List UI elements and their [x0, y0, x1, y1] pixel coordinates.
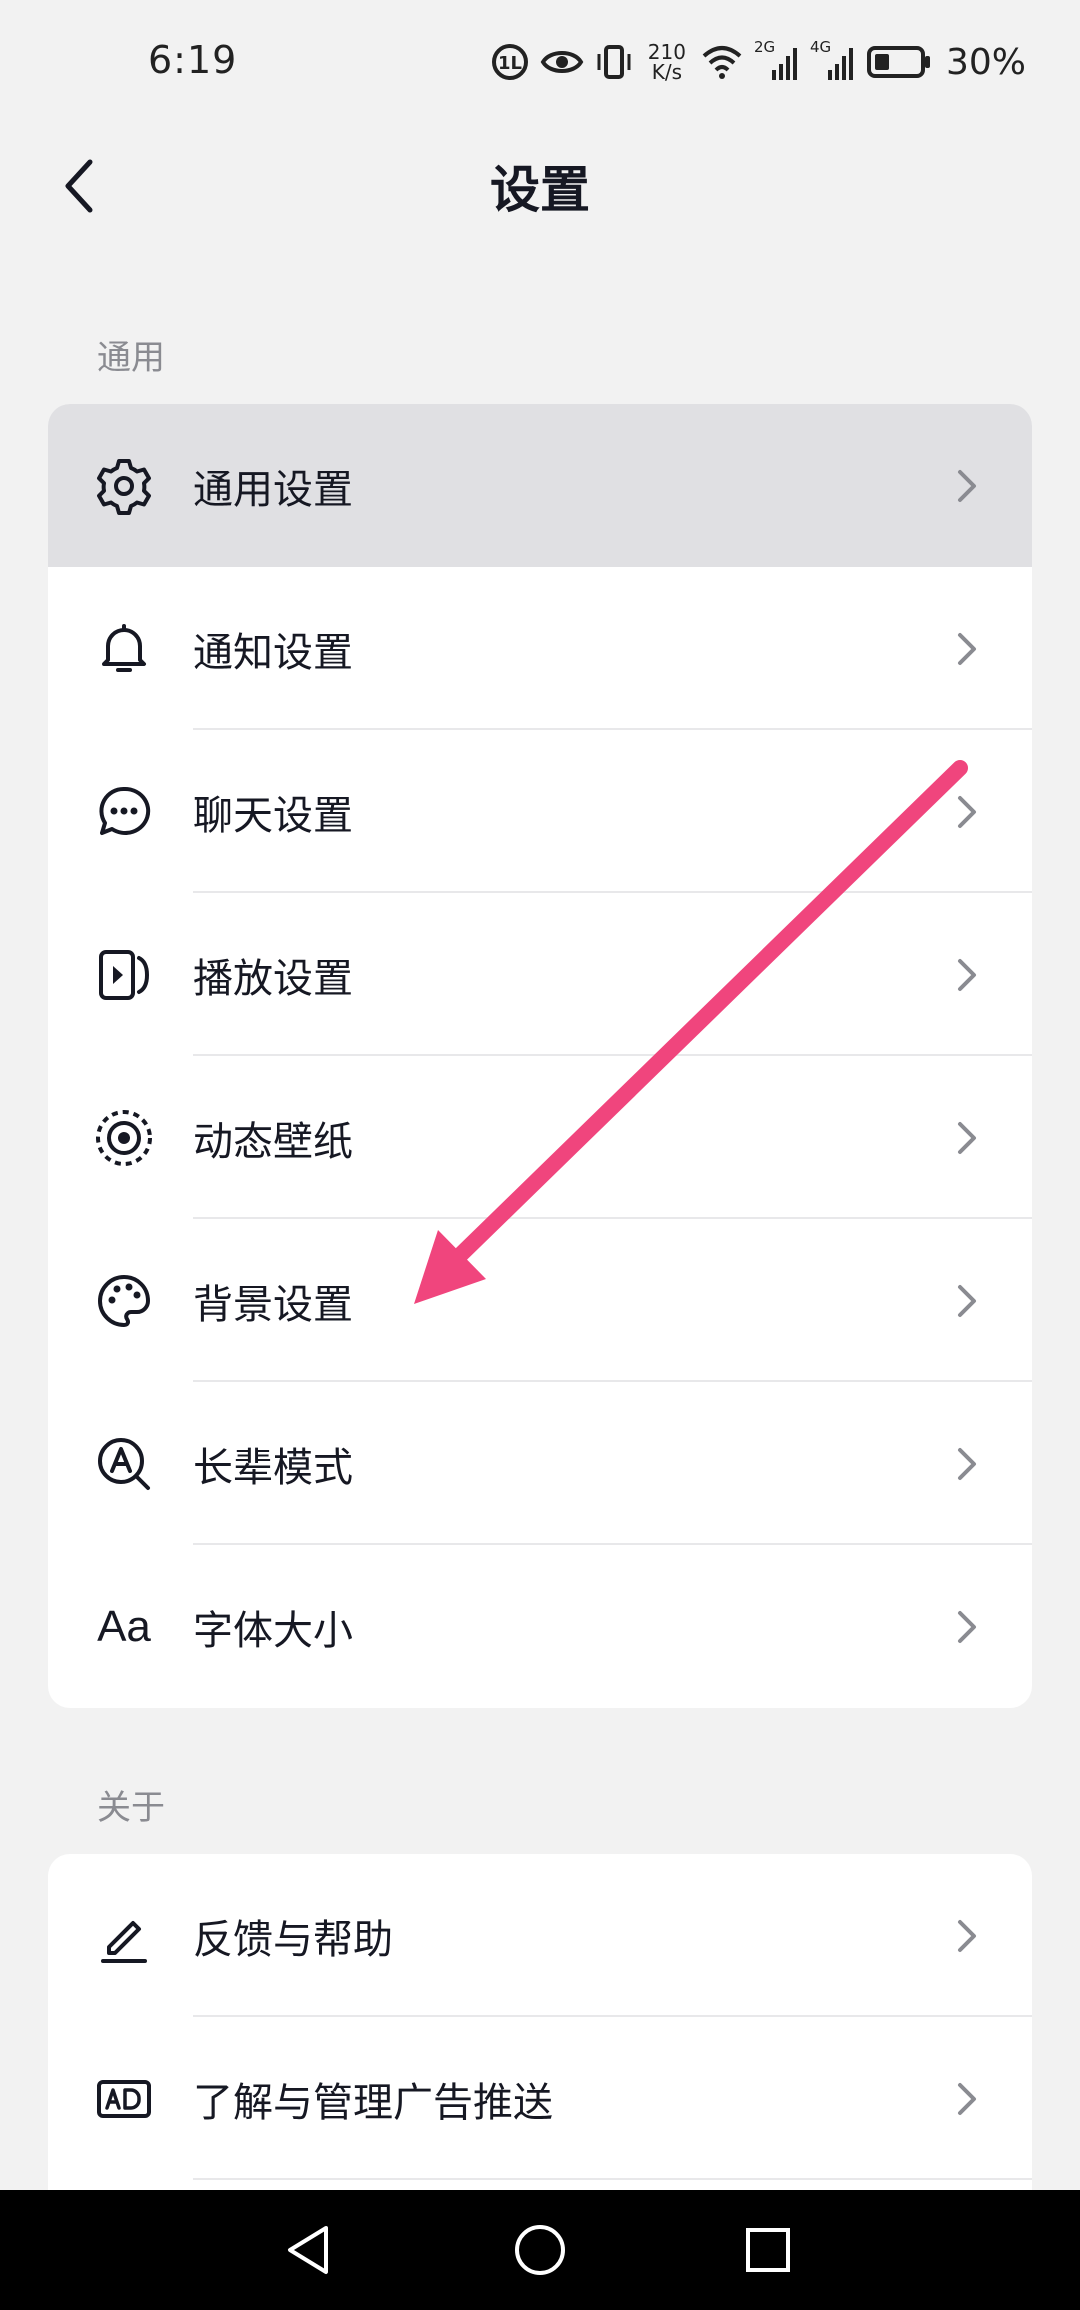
battery-percent: 30%	[945, 41, 1026, 83]
network-speed: 210 K/s	[648, 42, 686, 82]
status-icons: 1L 210 K/s 2G 4G 30%	[490, 36, 1026, 88]
settings-item-font-size[interactable]: Aa 字体大小	[48, 1545, 1032, 1708]
nav-back-button[interactable]	[268, 2210, 348, 2290]
wifi-icon	[702, 46, 742, 79]
settings-item-playback[interactable]: 播放设置	[48, 893, 1032, 1056]
header: 设置	[0, 128, 1080, 238]
settings-item-background[interactable]: 背景设置	[48, 1219, 1032, 1382]
network-speed-unit: K/s	[651, 60, 683, 84]
chevron-right-icon	[952, 1916, 982, 1956]
settings-item-label: 聊天设置	[193, 792, 353, 839]
row-divider	[193, 2178, 1032, 2180]
signal-bars-icon	[771, 48, 797, 80]
navigation-bar	[0, 2190, 1080, 2310]
network-speed-value: 210	[647, 40, 686, 64]
chevron-right-icon	[952, 2079, 982, 2119]
chat-bubble-icon	[94, 782, 154, 842]
chevron-right-icon	[952, 955, 982, 995]
play-icon	[94, 945, 154, 1005]
settings-item-label: 了解与管理广告推送	[193, 2079, 553, 2126]
chevron-right-icon	[952, 1444, 982, 1484]
settings-item-ad-management[interactable]: 了解与管理广告推送	[48, 2017, 1032, 2180]
chevron-right-icon	[952, 629, 982, 669]
eye-icon	[540, 51, 584, 73]
settings-item-general[interactable]: 通用设置	[48, 404, 1032, 567]
settings-item-label: 背景设置	[193, 1281, 353, 1328]
vibrate-icon	[597, 45, 631, 79]
settings-screen: 6:19 1L 210 K/s 2G 4G 30% 设置 通用 通用设置 通知设…	[0, 0, 1080, 2190]
palette-icon	[94, 1271, 154, 1331]
gear-icon	[94, 456, 154, 516]
svg-text:1L: 1L	[498, 53, 522, 74]
about-card: 反馈与帮助 了解与管理广告推送	[48, 1854, 1032, 2190]
page-title: 设置	[490, 161, 590, 219]
status-bar: 6:19 1L 210 K/s 2G 4G 30%	[0, 0, 1080, 128]
ad-icon	[94, 2069, 154, 2129]
section-label-general: 通用	[97, 338, 165, 378]
settings-item-label: 长辈模式	[193, 1444, 353, 1491]
chevron-right-icon	[952, 1281, 982, 1321]
chevron-right-icon	[952, 1118, 982, 1158]
settings-item-elder-mode[interactable]: 长辈模式	[48, 1382, 1032, 1545]
settings-item-label: 反馈与帮助	[193, 1916, 393, 1963]
nav-home-button[interactable]	[500, 2210, 580, 2290]
settings-item-chat[interactable]: 聊天设置	[48, 730, 1032, 893]
cell-signal-2: 4G	[810, 38, 856, 82]
cell-signal-1: 2G	[754, 38, 800, 82]
signal-bars-icon	[827, 48, 853, 80]
settings-item-label: 通用设置	[193, 466, 353, 513]
circle-home-icon	[515, 2225, 565, 2275]
square-recents-icon	[746, 2228, 790, 2272]
chevron-right-icon	[952, 1607, 982, 1647]
settings-item-label: 通知设置	[193, 629, 353, 676]
settings-item-label: 播放设置	[193, 955, 353, 1002]
settings-item-live-wallpaper[interactable]: 动态壁纸	[48, 1056, 1032, 1219]
data-saver-icon: 1L	[491, 44, 528, 80]
nav-recents-button[interactable]	[728, 2210, 808, 2290]
font-size-icon: Aa	[94, 1597, 154, 1657]
chevron-right-icon	[952, 792, 982, 832]
battery-icon	[866, 46, 930, 78]
live-wallpaper-icon	[94, 1108, 154, 1168]
section-label-about: 关于	[97, 1788, 165, 1828]
triangle-back-icon	[288, 2226, 328, 2274]
bell-icon	[94, 619, 154, 679]
font-size-glyph: Aa	[97, 1601, 151, 1651]
settings-item-label: 动态壁纸	[193, 1118, 353, 1165]
settings-item-notifications[interactable]: 通知设置	[48, 567, 1032, 730]
settings-item-feedback[interactable]: 反馈与帮助	[48, 1854, 1032, 2017]
chevron-right-icon	[952, 466, 982, 506]
settings-item-label: 字体大小	[193, 1607, 353, 1654]
general-settings-card: 通用设置 通知设置 聊天设置 播放设置 动态壁纸 背景设置 长辈模式 Aa 字体…	[48, 404, 1032, 1708]
elder-mode-icon	[94, 1434, 154, 1494]
status-time: 6:19	[148, 38, 238, 82]
edit-pen-icon	[94, 1906, 154, 1966]
